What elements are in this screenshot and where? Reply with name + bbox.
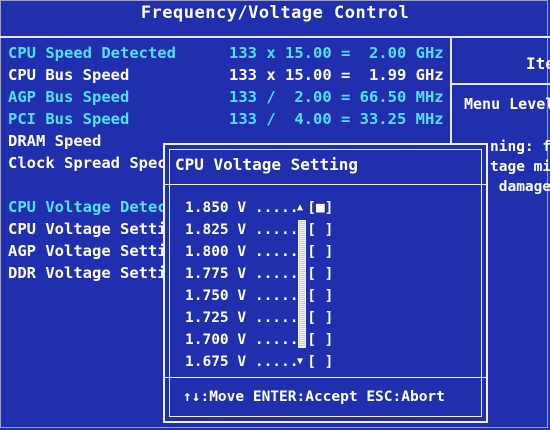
setting-label-ddr-voltage-setting[interactable]: DDR Voltage Setti	[8, 262, 167, 284]
scroll-up-icon[interactable]: ▲	[297, 202, 303, 213]
setting-label-cpu-voltage-setting[interactable]: CPU Voltage Setti	[8, 218, 167, 240]
voltage-option[interactable]: 1.725 V ..... [ ]	[185, 307, 333, 329]
setting-value-cpu-speed-detected: 133 x 15.00 = 2.00 GHz	[229, 44, 444, 62]
help-divider	[452, 83, 550, 85]
scroll-down-icon[interactable]: ▼	[297, 356, 303, 367]
help-warning-line: ning: f	[490, 139, 550, 155]
voltage-option[interactable]: 1.825 V ..... [ ]	[185, 219, 333, 241]
page-title: Frequency/Voltage Control	[140, 3, 410, 23]
voltage-option[interactable]: 1.850 V ..... [■]	[185, 197, 333, 219]
setting-value-agp-bus-speed: 133 / 2.00 = 66.50 MHz	[229, 88, 444, 106]
setting-label-cpu-bus-speed[interactable]: CPU Bus Speed	[8, 64, 129, 86]
setting-label-cpu-voltage-detected: CPU Voltage Detec	[8, 198, 167, 216]
title-divider	[0, 36, 550, 38]
voltage-option[interactable]: 1.675 V ..... [ ]	[185, 351, 333, 373]
dialog-title-divider	[165, 184, 486, 185]
dialog-footer-hint: ↑↓:Move ENTER:Accept ESC:Abort	[183, 389, 445, 405]
voltage-option[interactable]: 1.775 V ..... [ ]	[185, 263, 333, 285]
cpu-voltage-dialog: CPU Voltage Setting 1.850 V ..... [■] 1.…	[163, 143, 488, 423]
setting-label-dram-speed[interactable]: DRAM Speed	[8, 130, 101, 152]
voltage-option[interactable]: 1.750 V ..... [ ]	[185, 285, 333, 307]
setting-label-cpu-speed-detected: CPU Speed Detected	[8, 44, 176, 62]
setting-value-pci-bus-speed: 133 / 4.00 = 33.25 MHz	[229, 110, 444, 128]
setting-label-agp-bus-speed: AGP Bus Speed	[8, 88, 130, 106]
voltage-scrollbar[interactable]: ▲ ▼	[297, 202, 306, 370]
menu-level-label: Menu Level	[464, 95, 550, 113]
setting-label-agp-voltage-setting[interactable]: AGP Voltage Setti	[8, 240, 167, 262]
setting-value-cpu-bus-speed[interactable]: 133 x 15.00 = 1.99 GHz	[229, 64, 444, 86]
setting-label-pci-bus-speed: PCI Bus Speed	[8, 110, 130, 128]
dialog-title: CPU Voltage Setting	[175, 155, 359, 174]
voltage-option[interactable]: 1.700 V ..... [ ]	[185, 329, 333, 351]
voltage-option[interactable]: 1.800 V ..... [ ]	[185, 241, 333, 263]
dialog-footer-divider	[165, 377, 486, 378]
scroll-thumb[interactable]	[298, 220, 306, 348]
setting-label-clock-spread-spec[interactable]: Clock Spread Spec	[8, 152, 167, 174]
help-warning-line: tage mi	[490, 159, 550, 175]
help-warning-line: damage	[490, 179, 550, 195]
item-help-header: Ite	[526, 54, 550, 73]
